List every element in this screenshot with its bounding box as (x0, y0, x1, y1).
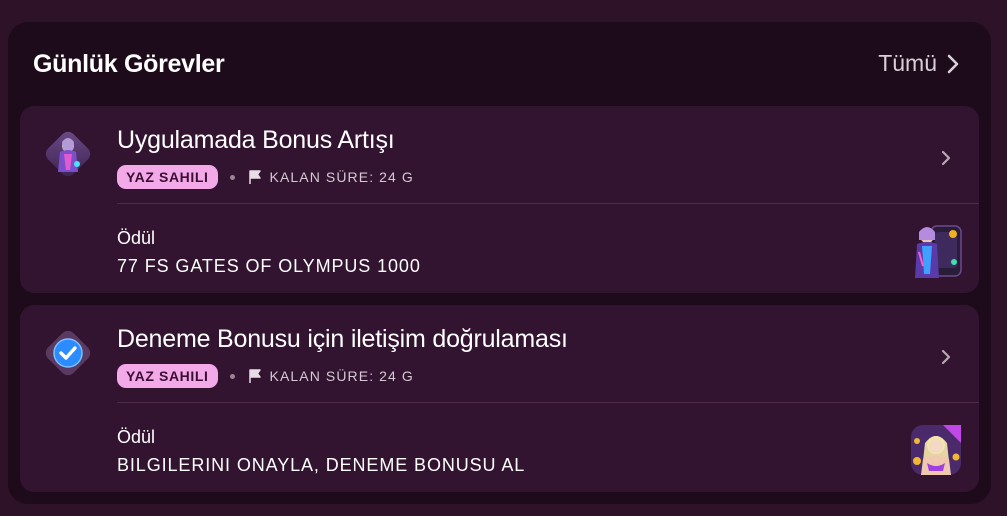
daily-tasks-panel: Günlük Görevler Tümü Uygulamada Bonus Ar… (8, 22, 991, 504)
task-title: Deneme Bonusu için iletişim doğrulaması (117, 325, 568, 353)
reward-label: Ödül (117, 427, 156, 447)
reward-value: 77 FS GATES OF OLYMPUS 1000 (117, 256, 421, 276)
task-card[interactable]: Uygulamada Bonus Artışı YAZ SAHILI KALAN… (20, 106, 979, 293)
season-badge: YAZ SAHILI (117, 165, 218, 189)
separator-dot (229, 174, 235, 180)
chevron-right-icon (941, 349, 951, 365)
separator-dot (229, 373, 235, 379)
bonus-thumbnail-icon (911, 425, 961, 475)
reward-value: BILGILERINI ONAYLA, DENEME BONUSU AL (117, 455, 526, 475)
character-art-icon (45, 131, 91, 177)
chevron-right-icon (947, 54, 959, 73)
time-remaining: KALAN SÜRE: 24 G (269, 368, 414, 384)
task-title: Uygulamada Bonus Artışı (117, 126, 395, 154)
see-all-link[interactable]: Tümü (878, 50, 959, 77)
task-card[interactable]: Deneme Bonusu için iletişim doğrulaması … (20, 305, 979, 492)
verified-check-icon (45, 330, 91, 376)
divider (117, 402, 979, 403)
flag-icon (248, 368, 261, 383)
game-thumbnail-icon (915, 225, 962, 278)
reward-label: Ödül (117, 228, 156, 248)
season-badge: YAZ SAHILI (117, 364, 218, 388)
chevron-right-icon (941, 150, 951, 166)
flag-icon (248, 169, 261, 184)
time-remaining: KALAN SÜRE: 24 G (269, 169, 414, 185)
panel-header: Günlük Görevler Tümü (8, 22, 991, 106)
panel-title: Günlük Görevler (33, 50, 225, 78)
see-all-label: Tümü (878, 50, 937, 76)
task-meta: YAZ SAHILI KALAN SÜRE: 24 G (117, 164, 414, 190)
divider (117, 203, 979, 204)
task-meta: YAZ SAHILI KALAN SÜRE: 24 G (117, 363, 414, 389)
